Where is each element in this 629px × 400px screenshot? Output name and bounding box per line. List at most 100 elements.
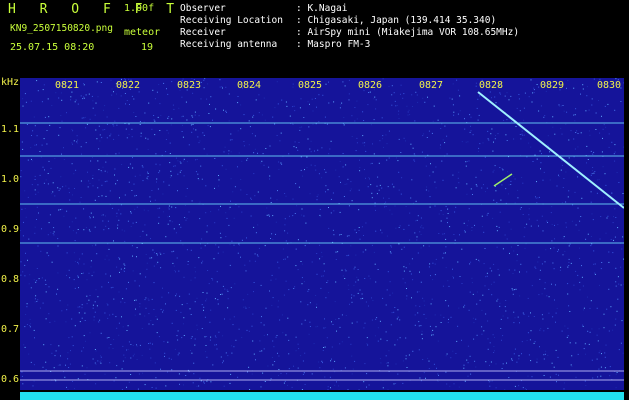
- noise-speck: [388, 130, 390, 132]
- noise-speck: [434, 205, 436, 207]
- noise-speck: [118, 219, 120, 221]
- noise-speck: [563, 178, 565, 179]
- noise-speck: [225, 168, 227, 170]
- noise-speck: [591, 98, 593, 100]
- noise-speck: [561, 330, 563, 332]
- noise-speck: [206, 336, 208, 337]
- noise-speck: [85, 94, 87, 96]
- noise-speck: [191, 115, 193, 117]
- noise-speck: [599, 238, 601, 240]
- noise-speck: [248, 307, 250, 308]
- noise-speck: [76, 142, 78, 144]
- noise-speck: [466, 225, 468, 227]
- noise-speck: [84, 373, 86, 375]
- noise-speck: [412, 350, 414, 352]
- noise-speck: [479, 95, 481, 97]
- noise-speck: [139, 313, 141, 315]
- noise-speck: [491, 270, 493, 272]
- noise-speck: [324, 376, 326, 378]
- noise-speck: [284, 258, 286, 260]
- noise-speck: [194, 266, 196, 268]
- noise-speck: [83, 272, 84, 274]
- noise-speck: [567, 327, 569, 329]
- noise-speck: [195, 129, 197, 131]
- noise-speck: [334, 360, 336, 362]
- noise-speck: [251, 373, 253, 375]
- noise-speck: [225, 236, 227, 238]
- noise-speck: [165, 385, 167, 387]
- noise-speck: [215, 244, 217, 246]
- noise-speck: [335, 169, 337, 171]
- noise-speck: [111, 88, 113, 90]
- noise-speck: [616, 172, 618, 173]
- noise-speck: [355, 254, 357, 256]
- noise-speck: [252, 313, 254, 315]
- noise-speck: [600, 375, 602, 377]
- noise-speck: [598, 328, 600, 330]
- noise-speck: [499, 211, 501, 213]
- noise-speck: [560, 127, 562, 129]
- noise-speck: [407, 114, 409, 116]
- noise-speck: [376, 185, 378, 187]
- noise-speck: [542, 318, 544, 320]
- noise-speck: [479, 143, 481, 145]
- noise-speck: [590, 245, 592, 247]
- noise-speck: [363, 235, 364, 236]
- noise-speck: [234, 186, 236, 188]
- noise-speck: [28, 283, 30, 285]
- noise-speck: [228, 120, 230, 122]
- noise-speck: [113, 125, 115, 127]
- noise-speck: [614, 151, 616, 153]
- noise-speck: [191, 200, 193, 202]
- noise-speck: [328, 81, 329, 83]
- noise-speck: [613, 239, 614, 241]
- noise-speck: [555, 373, 557, 375]
- noise-speck: [475, 184, 477, 186]
- noise-speck: [29, 318, 31, 320]
- noise-speck: [446, 153, 448, 155]
- noise-speck: [300, 98, 302, 100]
- noise-speck: [568, 305, 570, 307]
- noise-speck: [598, 100, 599, 101]
- noise-speck: [574, 191, 576, 193]
- noise-speck: [129, 163, 131, 165]
- noise-speck: [594, 263, 596, 265]
- noise-speck: [225, 352, 227, 354]
- noise-speck: [348, 99, 350, 101]
- noise-speck: [594, 272, 596, 274]
- noise-speck: [536, 219, 538, 221]
- noise-speck: [130, 374, 132, 375]
- noise-speck: [179, 161, 181, 163]
- noise-speck: [162, 211, 164, 213]
- noise-speck: [219, 232, 221, 234]
- noise-speck: [36, 206, 38, 208]
- noise-speck: [139, 306, 141, 308]
- noise-speck: [497, 298, 499, 300]
- noise-speck: [284, 193, 286, 194]
- noise-speck: [164, 352, 166, 354]
- noise-speck: [539, 269, 541, 271]
- noise-speck: [70, 96, 72, 98]
- noise-speck: [268, 214, 270, 216]
- noise-speck: [128, 181, 130, 183]
- noise-speck: [353, 268, 355, 270]
- noise-speck: [297, 367, 299, 369]
- noise-speck: [366, 343, 368, 345]
- noise-speck: [330, 360, 332, 362]
- noise-speck: [386, 362, 387, 364]
- noise-speck: [204, 336, 206, 338]
- noise-speck: [464, 118, 465, 120]
- noise-speck: [581, 276, 583, 278]
- noise-speck: [422, 359, 424, 360]
- noise-speck: [237, 96, 239, 97]
- noise-speck: [215, 336, 217, 338]
- noise-speck: [538, 86, 540, 88]
- noise-speck: [432, 334, 434, 336]
- noise-speck: [229, 382, 231, 384]
- noise-speck: [57, 187, 59, 189]
- noise-speck: [197, 136, 199, 138]
- noise-speck: [307, 290, 309, 292]
- noise-speck: [516, 260, 518, 262]
- noise-speck: [351, 297, 352, 299]
- noise-speck: [214, 187, 215, 189]
